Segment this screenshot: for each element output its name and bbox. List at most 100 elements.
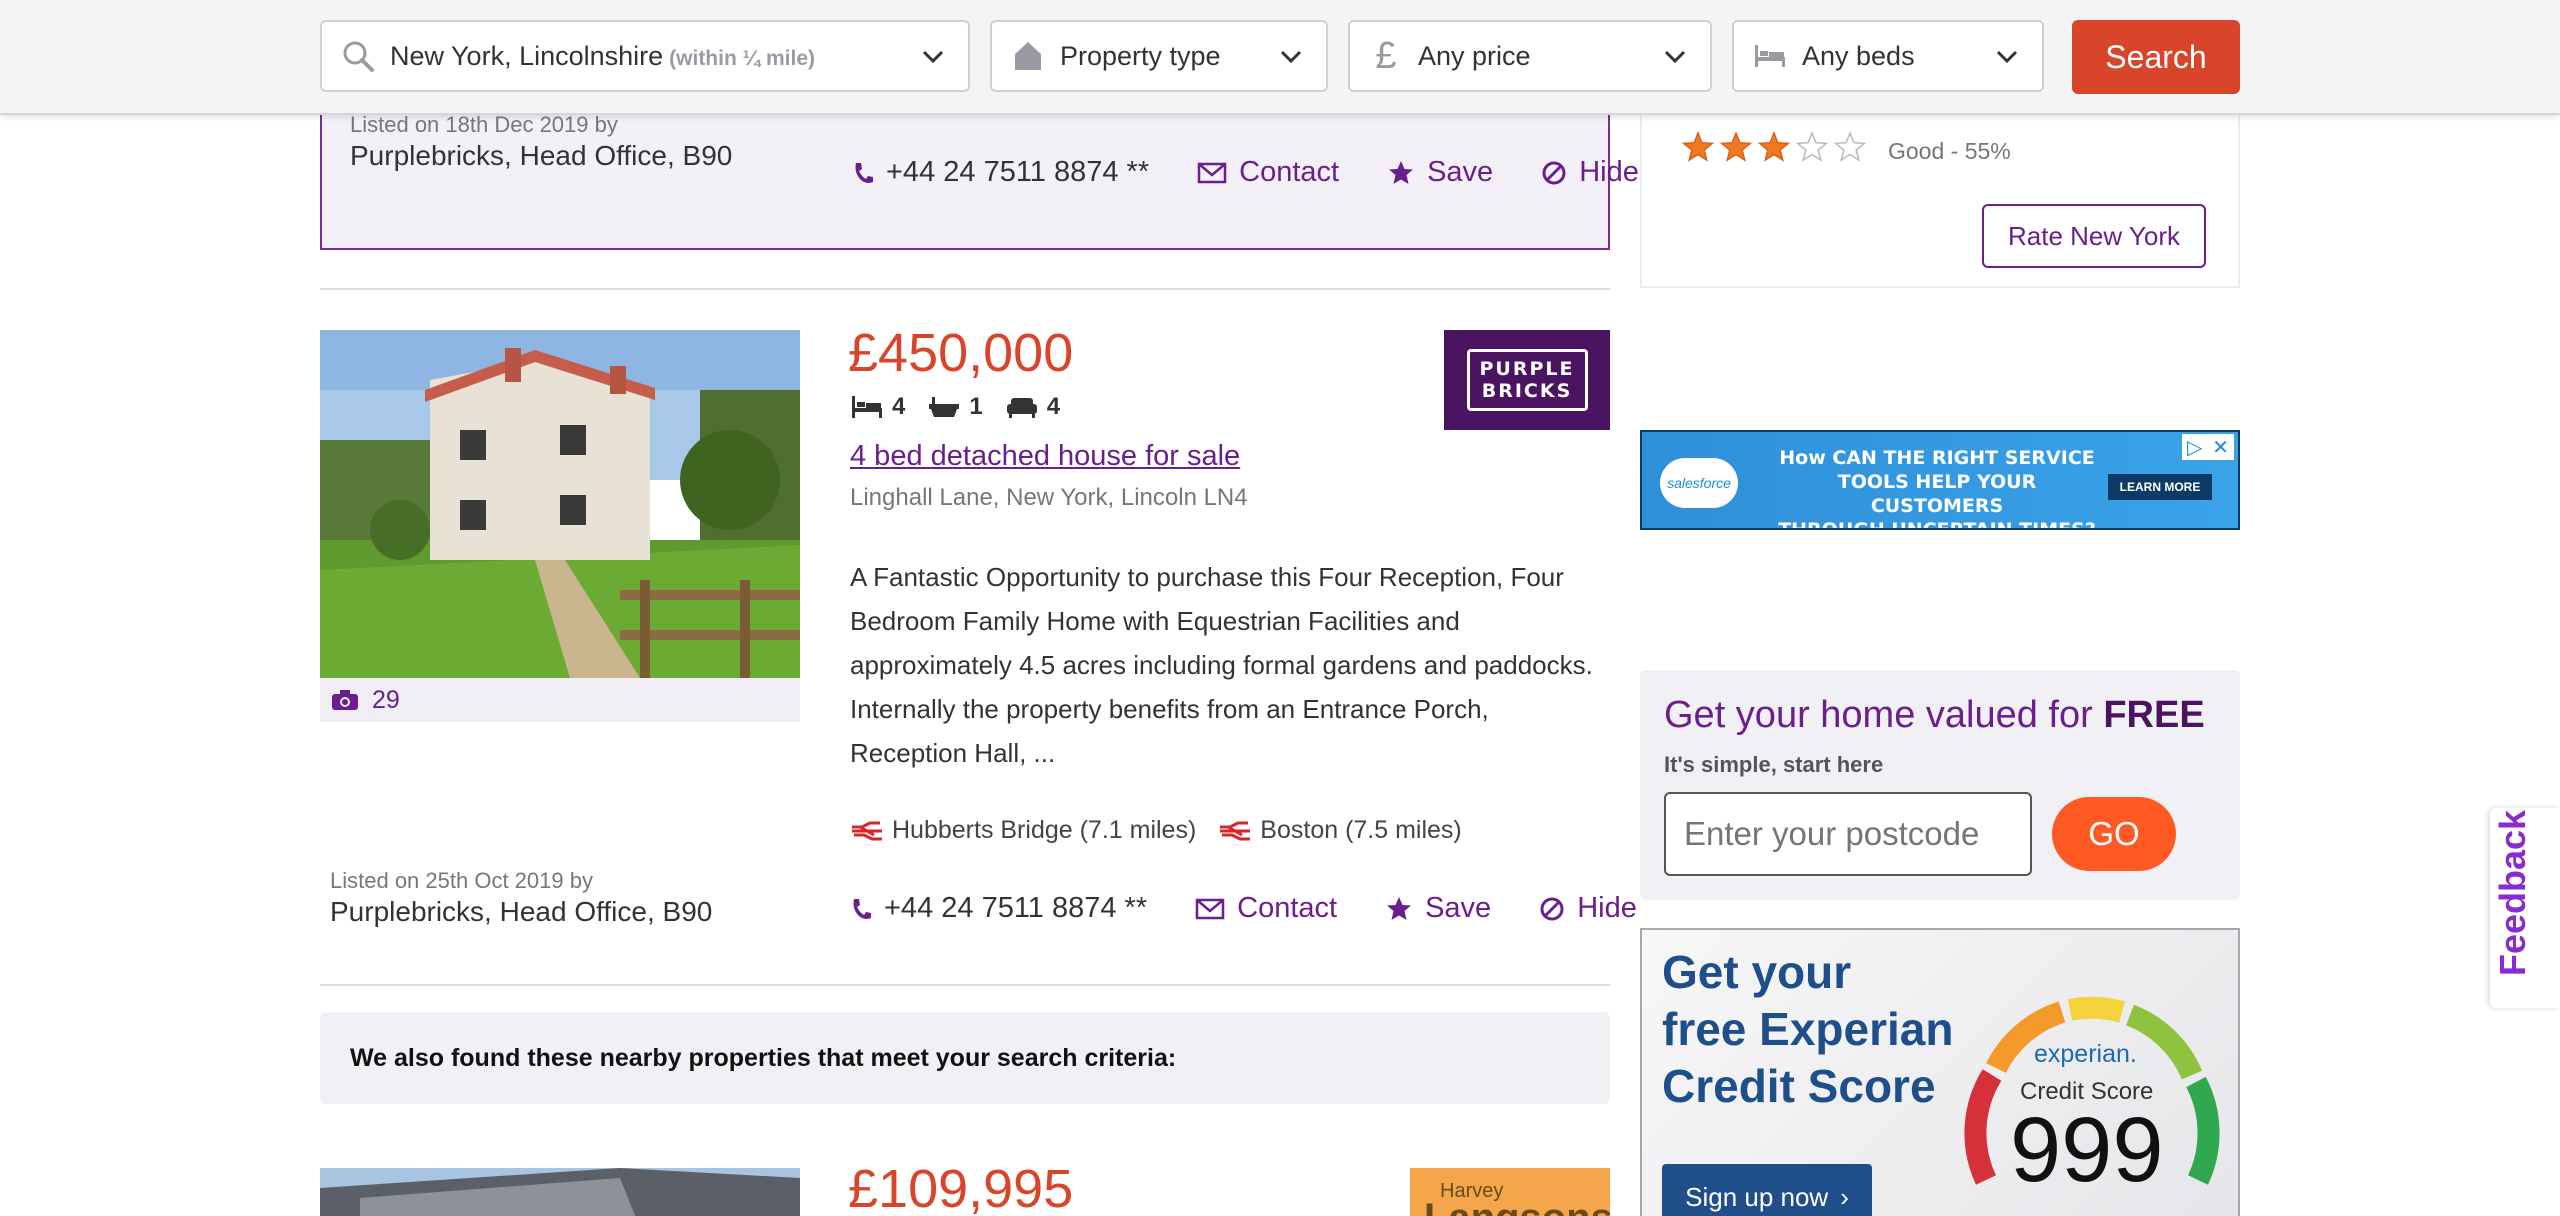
hide-link[interactable]: Hide	[1541, 156, 1639, 189]
radius-value: (within ¼ mile)	[669, 46, 815, 70]
postcode-input[interactable]	[1664, 792, 2032, 876]
contact-link[interactable]: Contact	[1195, 892, 1337, 925]
save-label: Save	[1425, 892, 1492, 924]
listing-description: A Fantastic Opportunity to purchase this…	[850, 562, 1593, 768]
feedback-tab[interactable]: Feedback	[2490, 808, 2560, 1008]
envelope-icon	[1195, 898, 1225, 919]
save-link[interactable]: Save	[1385, 892, 1491, 925]
baths-feature: 1	[927, 393, 983, 421]
ad-text-line: THROUGH UNCERTAIN TIMES?	[1778, 519, 2096, 530]
property-type-select[interactable]: Property type	[990, 20, 1328, 92]
star-filled-icon	[1757, 130, 1791, 162]
phone-number: +44 24 7511 8874 **	[884, 892, 1148, 924]
camera-icon	[332, 690, 358, 710]
star-filled-icon	[1681, 130, 1715, 162]
search-button[interactable]: Search	[2072, 20, 2240, 94]
agent-logo-line: Langsons	[1424, 1196, 1610, 1216]
rail-icon	[1220, 821, 1251, 840]
sign-up-button[interactable]: Sign up now ›	[1662, 1164, 1872, 1216]
phone-link[interactable]: +44 24 7511 8874 **	[850, 892, 1147, 925]
chevron-down-icon	[1280, 50, 1302, 64]
star-icon	[1389, 160, 1414, 184]
hide-icon	[1542, 161, 1566, 184]
ad-learn-more-button[interactable]: LEARN MORE	[2108, 474, 2212, 500]
chevron-down-icon	[1996, 50, 2018, 64]
chevron-down-icon	[1664, 50, 1686, 64]
photo-count-value: 29	[372, 685, 400, 714]
divider	[320, 984, 1610, 986]
station-item: Hubberts Bridge (7.1 miles)	[850, 816, 1196, 845]
valuation-title-text: Get your home valued for	[1664, 694, 2104, 736]
bath-icon	[929, 397, 960, 417]
valuation-title: Get your home valued for FREE	[1664, 694, 2205, 737]
phone-link[interactable]: +44 24 7511 8874 **	[852, 156, 1149, 189]
phone-icon	[855, 162, 873, 183]
search-icon	[340, 38, 376, 74]
save-link[interactable]: Save	[1387, 156, 1493, 189]
star-filled-icon	[1719, 130, 1753, 162]
ad-text: How CAN THE RIGHT SERVICE TOOLS HELP YOU…	[1772, 446, 2102, 530]
listing-photo[interactable]	[320, 1168, 800, 1216]
listing-address: Linghall Lane, New York, Lincoln LN4	[850, 484, 1248, 511]
save-label: Save	[1427, 156, 1494, 188]
station-name: Hubberts Bridge (7.1 miles)	[892, 816, 1197, 844]
close-icon[interactable]: ✕	[2212, 435, 2229, 460]
experian-title: Get your free Experian Credit Score	[1662, 944, 1982, 1115]
chevron-down-icon	[922, 50, 944, 64]
agent-logo[interactable]: Harvey Langsons	[1410, 1168, 1610, 1216]
hide-label: Hide	[1579, 156, 1639, 188]
nearby-properties-notice: We also found these nearby properties th…	[320, 1012, 1610, 1104]
adchoices-icon[interactable]: ▷	[2187, 435, 2202, 460]
photo-count[interactable]: 29	[320, 678, 800, 722]
receptions-count: 4	[1046, 393, 1061, 420]
ad-close-controls[interactable]: ▷ ✕	[2182, 434, 2234, 460]
logo-line: BRICKS	[1481, 380, 1573, 402]
logo-line: PURPLE	[1479, 358, 1575, 380]
sofa-icon	[1006, 398, 1037, 418]
purplebricks-logo: PURPLE BRICKS	[1466, 349, 1588, 411]
location-field[interactable]: New York, Lincolnshire (within ¼ mile)	[320, 20, 970, 92]
envelope-icon	[1197, 162, 1227, 183]
go-button[interactable]: GO	[2052, 797, 2176, 871]
valuation-widget: Get your home valued for FREE It's simpl…	[1640, 670, 2240, 900]
experian-title-line: free Experian	[1662, 1003, 1954, 1055]
experian-ad[interactable]: Get your free Experian Credit Score expe…	[1640, 928, 2240, 1216]
valuation-title-free: FREE	[2103, 694, 2205, 736]
beds-label: Any beds	[1802, 40, 1915, 71]
search-bar: New York, Lincolnshire (within ¼ mile) Pr…	[0, 0, 2560, 115]
experian-logo: experian.	[2034, 1040, 2137, 1068]
price-label: Any price	[1418, 40, 1531, 71]
bed-icon	[852, 396, 882, 418]
beds-count: 4	[892, 393, 906, 420]
beds-feature: 4	[850, 393, 905, 421]
agent-logo[interactable]: PURPLE BRICKS	[1444, 330, 1610, 430]
listed-info: Listed on 18th Dec 2019 by Purplebricks,…	[350, 112, 732, 172]
bed-icon	[1752, 38, 1788, 74]
listing-photo[interactable]	[320, 330, 800, 678]
contact-label: Contact	[1239, 156, 1340, 188]
featured-actions: +44 24 7511 8874 ** Contact Save Hide	[852, 156, 1639, 189]
listing-features: 4 1 4	[850, 393, 1082, 421]
receptions-feature: 4	[1005, 393, 1060, 421]
experian-title-line: Credit Score	[1662, 1060, 1936, 1112]
rating-text: Good - 55%	[1888, 138, 2011, 164]
pound-icon: £	[1375, 34, 1397, 77]
ad-banner[interactable]: salesforce How CAN THE RIGHT SERVICE TOO…	[1640, 430, 2240, 530]
contact-link[interactable]: Contact	[1197, 156, 1339, 189]
price-select[interactable]: £ Any price	[1348, 20, 1712, 92]
station-item: Boston (7.5 miles)	[1218, 816, 1462, 845]
hide-link[interactable]: Hide	[1539, 892, 1637, 925]
station-name: Boston (7.5 miles)	[1260, 816, 1462, 844]
property-type-label: Property type	[1060, 40, 1221, 71]
star-rating-icon	[1681, 130, 1867, 162]
sign-up-label: Sign up now	[1685, 1181, 1829, 1212]
star-icon	[1387, 896, 1412, 920]
valuation-subtitle: It's simple, start here	[1664, 752, 1884, 777]
ad-text-line: How CAN THE RIGHT SERVICE	[1779, 447, 2095, 469]
rate-area-button[interactable]: Rate New York	[1982, 204, 2206, 268]
agent-name: Purplebricks, Head Office, B90	[330, 896, 713, 927]
next-listing-price: £109,995	[848, 1159, 1074, 1216]
listing-title-link[interactable]: 4 bed detached house for sale	[850, 440, 1240, 473]
beds-select[interactable]: Any beds	[1732, 20, 2044, 92]
experian-title-line: Get your	[1662, 946, 1852, 998]
